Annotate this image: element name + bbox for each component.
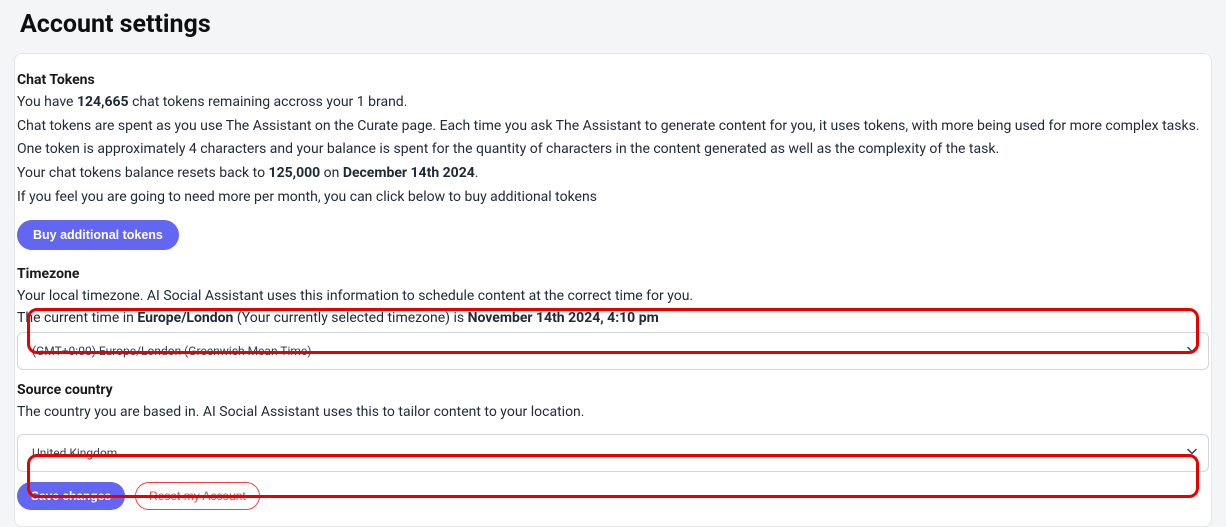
text: . [475,165,479,181]
timezone-current-datetime: November 14th 2024, 4:10 pm [468,310,659,326]
tokens-reset-text: Your chat tokens balance resets back to … [17,163,1209,185]
tokens-count: 124,665 [77,94,129,110]
tokens-explain-1: Chat tokens are spent as you use The Ass… [17,116,1209,138]
buy-tokens-button[interactable]: Buy additional tokens [17,220,179,250]
timezone-section: Timezone Your local timezone. AI Social … [15,266,1211,369]
tokens-reset-amount: 125,000 [269,165,321,181]
chat-tokens-heading: Chat Tokens [17,72,1209,92]
form-actions: Save changes Reset my Account [15,482,1211,510]
timezone-current-text: The current time in Europe/London (Your … [17,308,1209,330]
source-country-select[interactable]: United Kingdom [17,434,1209,472]
text: (Your currently selected timezone) is [233,310,467,326]
text: on [320,165,343,181]
timezone-current-tz: Europe/London [137,310,233,326]
text: Your chat tokens balance resets back to [17,165,269,181]
save-button[interactable]: Save changes [17,482,125,510]
source-country-section: Source country The country you are based… [15,382,1211,472]
reset-account-button[interactable]: Reset my Account [135,482,260,510]
text: The current time in [17,310,137,326]
source-country-heading: Source country [17,382,1209,402]
timezone-select-wrap: (GMT+0:00) Europe/London (Greenwich Mean… [17,332,1209,370]
source-country-desc: The country you are based in. AI Social … [17,402,1209,424]
source-country-select-wrap: United Kingdom [17,434,1209,472]
tokens-explain-2: One token is approximately 4 characters … [17,139,1209,161]
text: chat tokens remaining accross your 1 bra… [129,94,408,110]
tokens-reset-date: December 14th 2024 [343,165,475,181]
page-title: Account settings [0,0,1226,53]
tokens-more-text: If you feel you are going to need more p… [17,187,1209,209]
text: You have [17,94,77,110]
settings-card: Chat Tokens You have 124,665 chat tokens… [14,53,1212,527]
timezone-desc: Your local timezone. AI Social Assistant… [17,286,1209,308]
timezone-select[interactable]: (GMT+0:00) Europe/London (Greenwich Mean… [17,332,1209,370]
timezone-heading: Timezone [17,266,1209,286]
tokens-remaining-text: You have 124,665 chat tokens remaining a… [17,92,1209,114]
chat-tokens-section: Chat Tokens You have 124,665 chat tokens… [15,72,1211,256]
